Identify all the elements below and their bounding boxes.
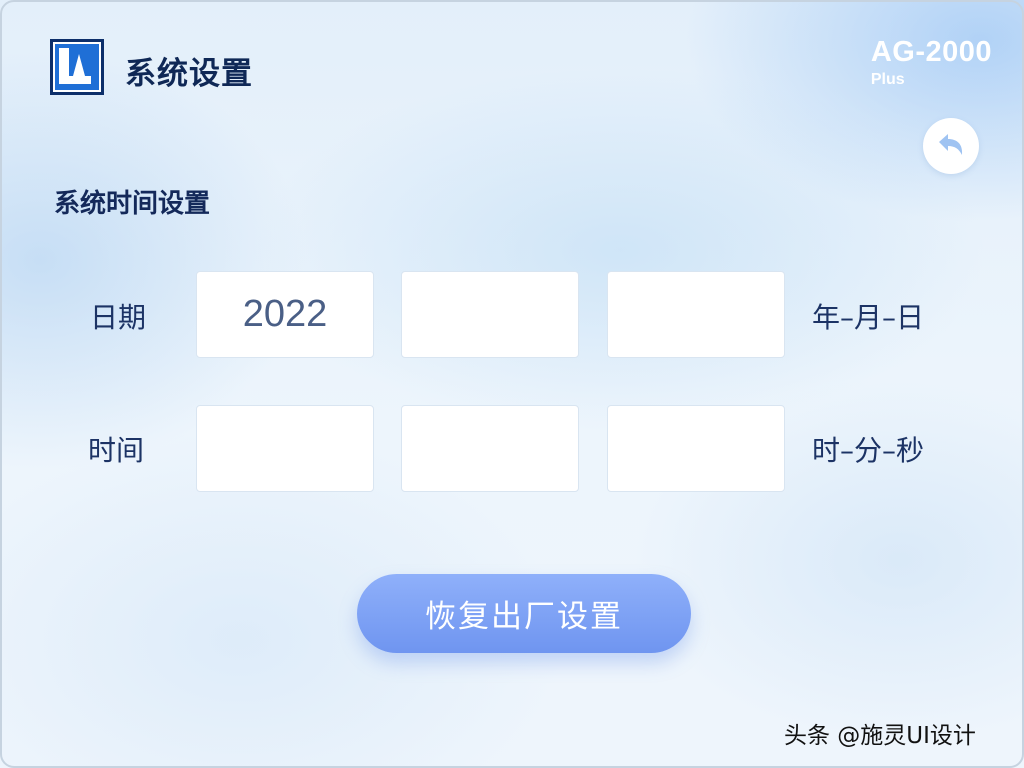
month-input[interactable] <box>401 271 579 358</box>
year-input[interactable] <box>196 271 374 358</box>
watermark-text: 头条 @施灵UI设计 <box>784 723 976 749</box>
back-button[interactable] <box>923 118 979 174</box>
second-input[interactable] <box>607 405 785 492</box>
section-title: 系统时间设置 <box>54 189 211 219</box>
model-badge: AG-2000 Plus <box>871 36 992 89</box>
factory-reset-button[interactable]: 恢复出厂设置 <box>357 574 691 653</box>
time-label: 时间 <box>88 434 145 467</box>
app-logo-icon <box>50 39 104 95</box>
date-label: 日期 <box>90 301 147 334</box>
time-unit-label: 时–分–秒 <box>812 434 925 467</box>
model-name: AG-2000 <box>870 36 992 68</box>
back-arrow-icon <box>939 134 963 155</box>
date-unit-label: 年–月–日 <box>812 301 925 334</box>
minute-input[interactable] <box>401 405 579 492</box>
hour-input[interactable] <box>196 405 374 492</box>
model-sub: Plus <box>870 71 905 88</box>
day-input[interactable] <box>607 271 785 358</box>
app-title: 系统设置 <box>125 56 253 92</box>
